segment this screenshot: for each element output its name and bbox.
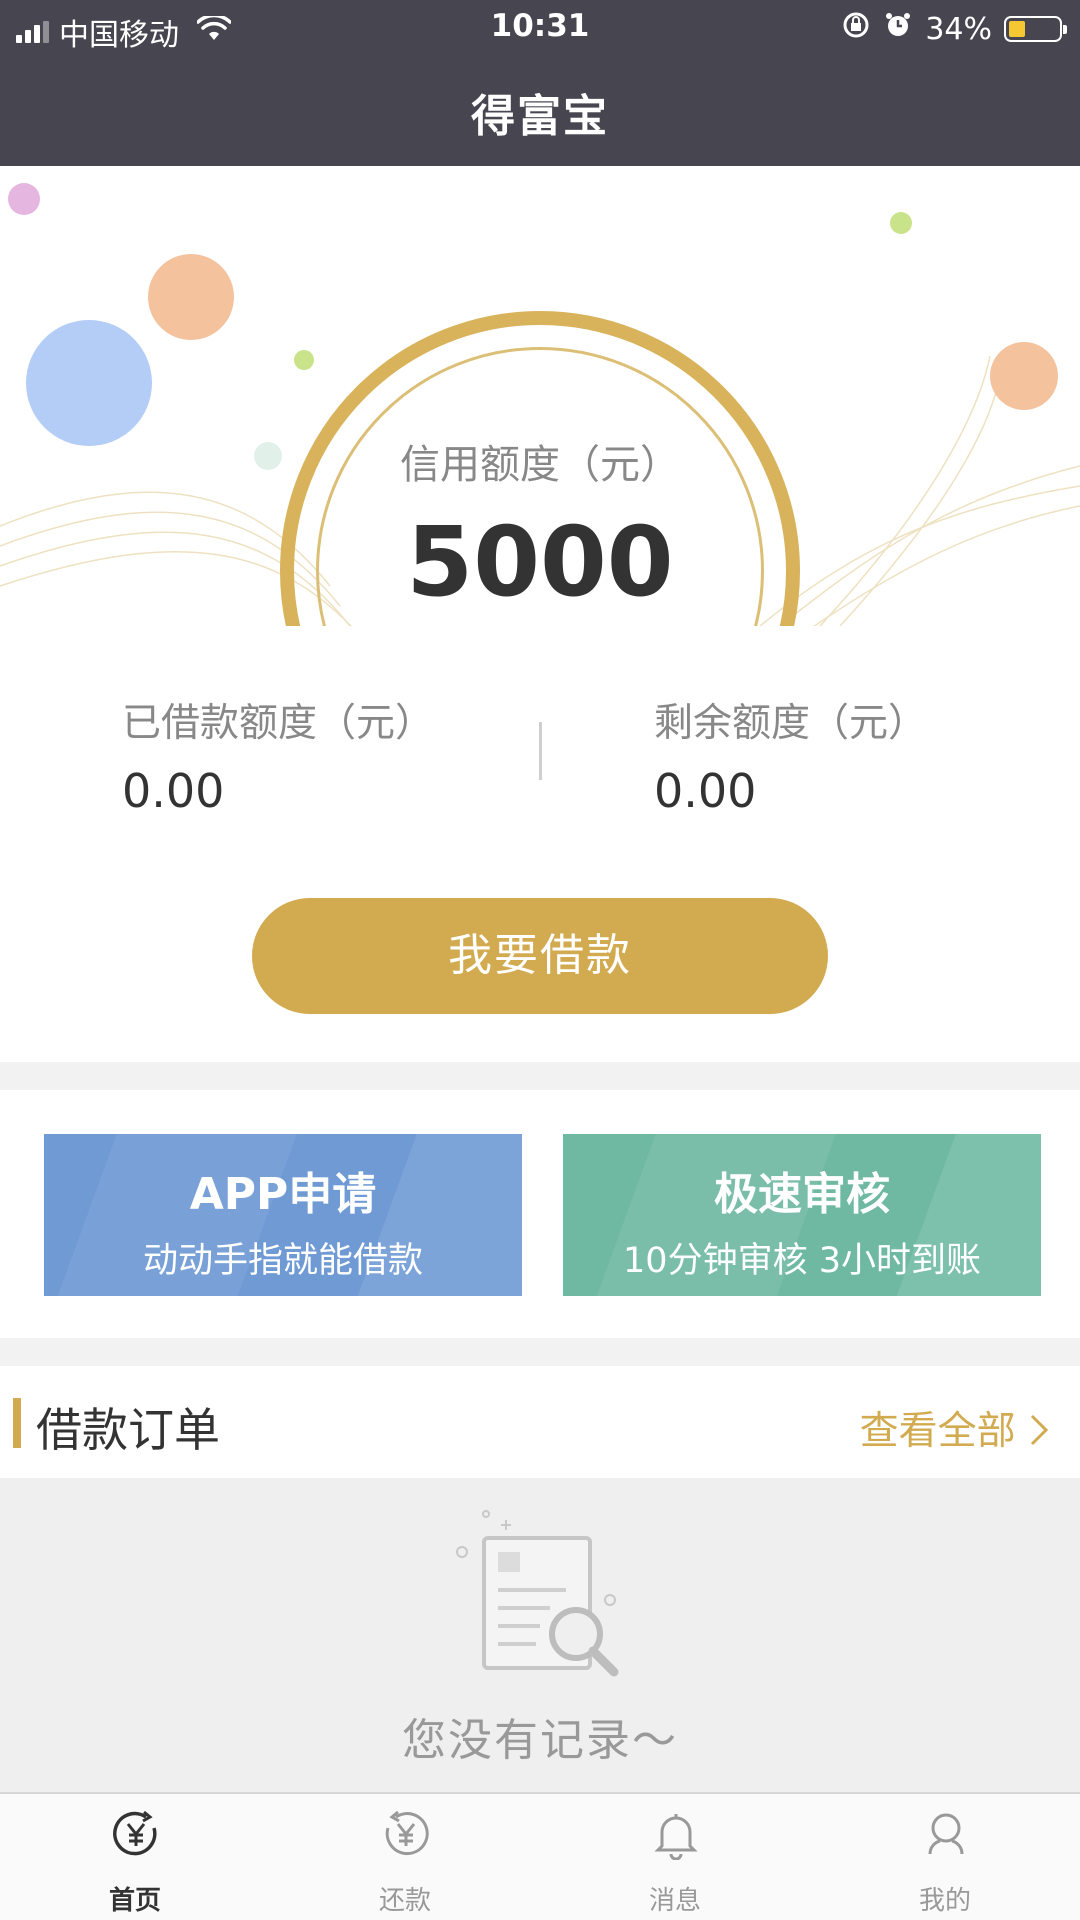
decor-bubble <box>26 320 152 446</box>
feature-cards: APP申请 动动手指就能借款 极速审核 10分钟审核 3小时到账 <box>0 1090 1080 1338</box>
tab-repay[interactable]: 还款 <box>270 1794 540 1920</box>
empty-message: 您没有记录～ <box>402 1715 678 1766</box>
card-title: 极速审核 <box>714 1169 890 1220</box>
chevron-right-icon <box>1028 1409 1050 1454</box>
top-bar: 中国移动 10:31 34% 得富宝 <box>0 0 1080 166</box>
alarm-icon <box>883 10 913 48</box>
decor-bubble <box>990 342 1058 410</box>
bell-icon <box>650 1808 702 1861</box>
loan-orders-header: 借款订单 查看全部 <box>0 1366 1080 1478</box>
decor-bubble <box>148 254 234 340</box>
rotation-lock-icon <box>841 10 871 48</box>
tab-label: 还款 <box>378 1886 431 1916</box>
decor-bubble <box>8 183 40 215</box>
tab-home[interactable]: 首页 <box>0 1794 270 1920</box>
borrowed-value: 0.00 <box>122 764 225 818</box>
status-bar: 中国移动 10:31 34% <box>0 0 1080 56</box>
tab-label: 消息 <box>648 1886 701 1916</box>
card-subtitle: 动动手指就能借款 <box>142 1241 423 1281</box>
view-all-link[interactable]: 查看全部 <box>860 1400 1050 1456</box>
borrow-button[interactable]: 我要借款 <box>252 898 828 1014</box>
page-title: 得富宝 <box>471 91 609 142</box>
battery-icon <box>1004 16 1067 42</box>
fast-review-card[interactable]: 极速审核 10分钟审核 3小时到账 <box>563 1134 1041 1296</box>
credit-limit-label: 信用额度（元） <box>400 442 680 488</box>
remaining-label: 剩余额度（元） <box>654 701 928 746</box>
user-icon <box>920 1808 972 1860</box>
section-title: 借款订单 <box>36 1403 220 1457</box>
tab-label: 首页 <box>108 1886 161 1916</box>
tab-profile[interactable]: 我的 <box>810 1794 1080 1920</box>
app-apply-card[interactable]: APP申请 动动手指就能借款 <box>44 1134 522 1296</box>
tab-messages[interactable]: 消息 <box>540 1794 810 1920</box>
yen-return-icon <box>380 1808 432 1860</box>
stats-divider <box>539 722 542 780</box>
borrowed-label: 已借款额度（元） <box>122 701 435 746</box>
section-marker <box>13 1398 21 1448</box>
credit-limit-value: 5000 <box>406 506 674 618</box>
credit-hero: 信用额度（元） 5000 <box>0 166 1080 626</box>
remaining-value: 0.00 <box>654 764 757 818</box>
card-title: APP申请 <box>189 1169 377 1220</box>
tab-label: 我的 <box>918 1886 971 1916</box>
view-all-label: 查看全部 <box>859 1409 1016 1454</box>
credit-stats: 已借款额度（元） 0.00 剩余额度（元） 0.00 我要借款 <box>0 626 1080 1062</box>
decor-bubble <box>294 350 314 370</box>
card-subtitle: 10分钟审核 3小时到账 <box>623 1241 981 1281</box>
decor-bubble <box>890 212 912 234</box>
empty-state: 您没有记录～ <box>0 1478 1080 1792</box>
bottom-tab-bar: 首页 还款 消息 我的 <box>0 1792 1080 1920</box>
yen-home-icon <box>110 1808 162 1860</box>
battery-percent: 34% <box>925 11 992 47</box>
status-right: 34% <box>841 10 1067 48</box>
